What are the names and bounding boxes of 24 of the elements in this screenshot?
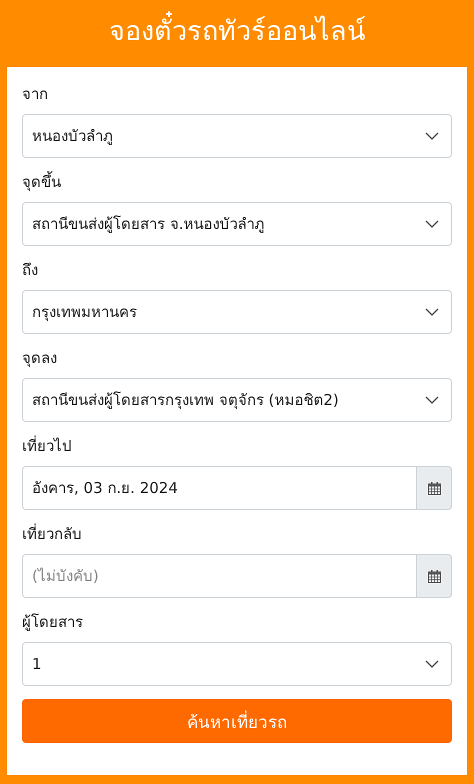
field-label: ถึง: [22, 260, 39, 281]
field-label: เที่ยวไป: [22, 435, 73, 457]
chevron-down-icon: [425, 660, 439, 668]
select-field[interactable]: กรุงเทพมหานคร: [22, 290, 452, 334]
field-label: เที่ยวกลับ: [22, 523, 83, 545]
field-label: ผู้โดยสาร: [22, 612, 84, 633]
field-label: จุดขึ้น: [22, 171, 62, 193]
date-field[interactable]: (ไม่บังคับ): [22, 554, 416, 598]
select-field[interactable]: สถานีขนส่งผู้โดยสาร จ.หนองบัวลำภู: [22, 202, 452, 246]
select-field[interactable]: สถานีขนส่งผู้โดยสารกรุงเทพ จตุจักร (หมอชิต2): [22, 378, 452, 422]
calendar-button[interactable]: [416, 466, 452, 510]
chevron-down-icon: [425, 220, 439, 228]
chevron-down-icon: [425, 132, 439, 140]
calendar-icon: [428, 482, 440, 494]
chevron-down-icon: [425, 308, 439, 316]
chevron-down-icon: [425, 396, 439, 404]
page-title: จองตั๋วรถทัวร์ออนไลน์: [109, 9, 365, 52]
select-field[interactable]: หนองบัวลำภู: [22, 114, 452, 158]
calendar-button[interactable]: [416, 554, 452, 598]
select-field[interactable]: 1: [22, 642, 452, 686]
field-label: จาก: [22, 84, 49, 105]
calendar-icon: [428, 570, 440, 582]
field-label: จุดลง: [22, 348, 58, 369]
date-field[interactable]: อังคาร, 03 ก.ย. 2024: [22, 466, 416, 510]
